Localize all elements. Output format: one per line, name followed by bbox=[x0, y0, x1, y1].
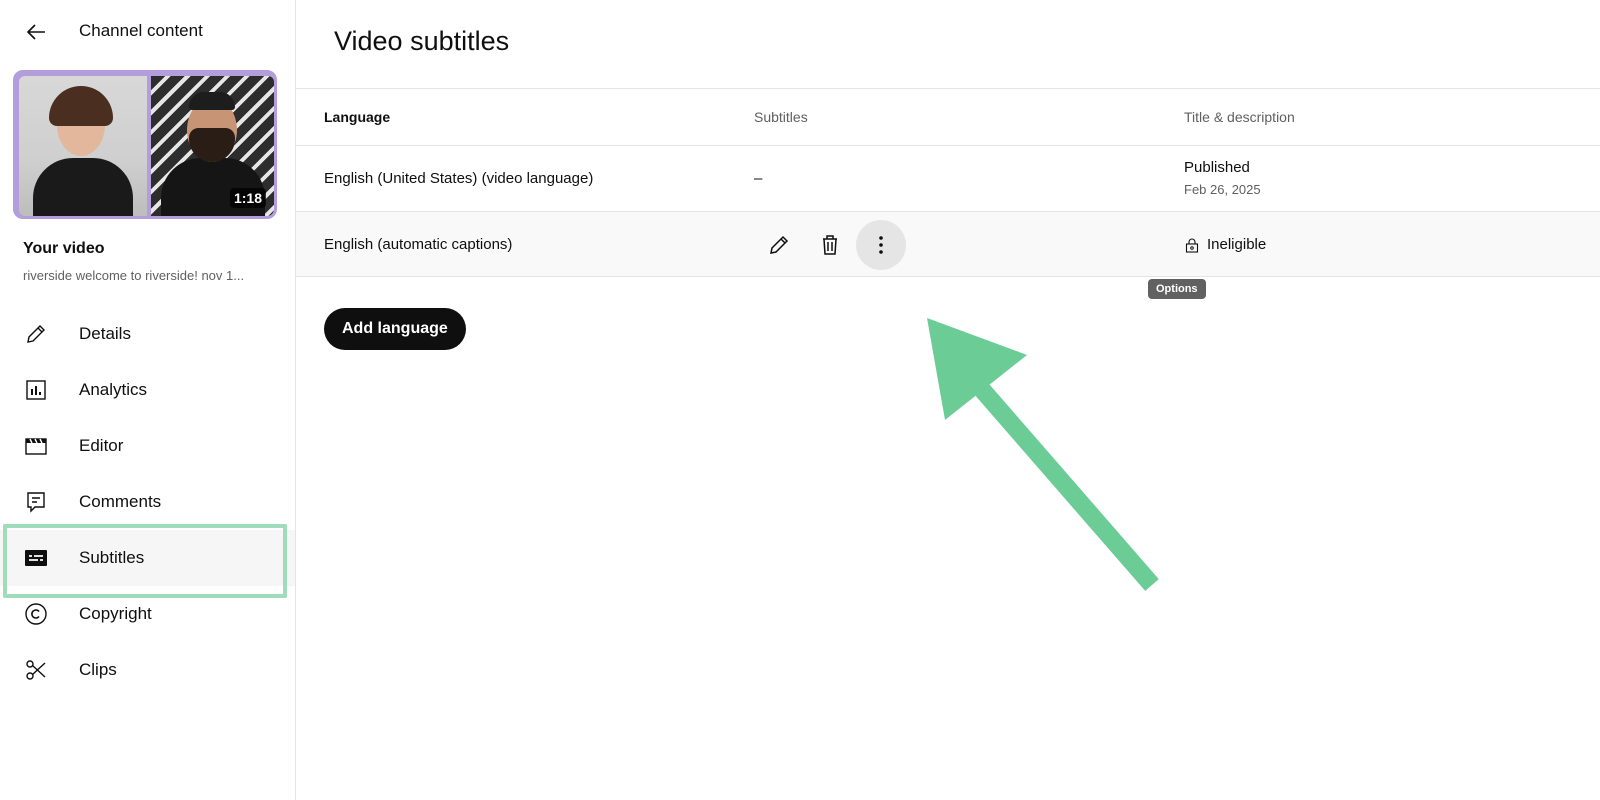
lock-icon bbox=[1185, 238, 1199, 253]
ineligible-status: Ineligible bbox=[1184, 236, 1266, 253]
your-video-label: Your video bbox=[23, 240, 105, 257]
sidebar-item-label: Subtitles bbox=[79, 548, 145, 567]
clapperboard-icon bbox=[25, 438, 47, 455]
trash-icon bbox=[823, 235, 837, 255]
sidebar-item-label: Analytics bbox=[79, 380, 148, 399]
row-language: English (United States) (video language) bbox=[324, 170, 594, 187]
sidebar-item-label: Clips bbox=[79, 660, 117, 679]
channel-content-title: Channel content bbox=[79, 21, 203, 40]
sidebar-item-editor[interactable]: Editor bbox=[0, 418, 295, 474]
delete-subtitles-button[interactable] bbox=[805, 220, 855, 270]
sidebar-item-details[interactable]: Details bbox=[0, 306, 295, 362]
arrow-left-icon bbox=[26, 24, 45, 40]
video-duration: 1:18 bbox=[229, 188, 266, 208]
copyright-icon bbox=[25, 603, 47, 625]
video-name: riverside welcome to riverside! nov 1... bbox=[23, 268, 245, 283]
table-row: English (United States) (video language)… bbox=[296, 145, 1600, 211]
sidebar-header: Channel content bbox=[0, 0, 295, 64]
sidebar-item-label: Details bbox=[79, 324, 131, 343]
table-header: Language Subtitles Title & description bbox=[296, 88, 1600, 145]
sidebar-nav: Details Analytics Editor Comments Subtit… bbox=[0, 306, 295, 698]
analytics-icon bbox=[26, 380, 46, 400]
header-title-description: Title & description bbox=[1184, 109, 1295, 125]
more-vertical-icon bbox=[879, 236, 883, 254]
sidebar: Channel content 1:18 Your video riversid… bbox=[0, 0, 296, 800]
options-button[interactable] bbox=[856, 220, 906, 270]
sidebar-item-label: Comments bbox=[79, 492, 162, 511]
table-row: English (automatic captions) Ineligible bbox=[296, 211, 1600, 277]
scissors-icon bbox=[26, 660, 46, 680]
row-date: Feb 26, 2025 bbox=[1184, 182, 1261, 197]
main-content: Video subtitles Language Subtitles Title… bbox=[296, 0, 1600, 800]
add-language-button[interactable]: Add language bbox=[324, 308, 466, 350]
row-language: English (automatic captions) bbox=[324, 236, 513, 253]
comment-icon bbox=[27, 492, 45, 513]
sidebar-item-label: Copyright bbox=[79, 604, 152, 623]
sidebar-item-analytics[interactable]: Analytics bbox=[0, 362, 295, 418]
sidebar-item-label: Editor bbox=[79, 436, 124, 455]
back-button[interactable] bbox=[20, 16, 54, 48]
thumbnail-left-panel bbox=[19, 76, 147, 216]
video-thumbnail[interactable]: 1:18 bbox=[13, 70, 277, 219]
subtitles-table: Language Subtitles Title & description E… bbox=[296, 88, 1600, 277]
subtitles-icon bbox=[25, 550, 47, 566]
pencil-icon bbox=[27, 325, 45, 343]
row-status: Published bbox=[1184, 159, 1250, 176]
sidebar-item-comments[interactable]: Comments bbox=[0, 474, 295, 530]
sidebar-item-subtitles[interactable]: Subtitles bbox=[0, 530, 295, 586]
options-tooltip: Options bbox=[1148, 279, 1206, 299]
sidebar-item-copyright[interactable]: Copyright bbox=[0, 586, 295, 642]
sidebar-item-clips[interactable]: Clips bbox=[0, 642, 295, 698]
edit-subtitles-button[interactable] bbox=[754, 220, 804, 270]
pencil-icon bbox=[770, 235, 789, 254]
header-language: Language bbox=[324, 109, 391, 125]
row-subtitles: – bbox=[754, 170, 763, 187]
header-subtitles: Subtitles bbox=[754, 109, 808, 125]
ineligible-label: Ineligible bbox=[1207, 236, 1267, 253]
page-title: Video subtitles bbox=[334, 26, 510, 56]
